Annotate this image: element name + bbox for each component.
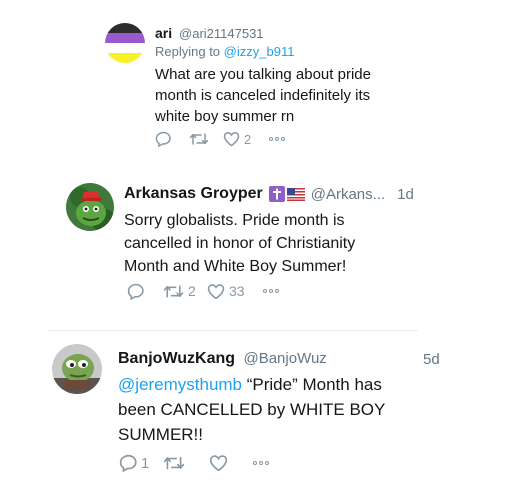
tweet-header: BanjoWuzKang @BanjoWuz xyxy=(118,350,327,368)
reply-icon xyxy=(155,131,171,147)
tweet-actions: 1 xyxy=(119,452,269,474)
reply-tweet-ari[interactable]: ari @ari21147531 Replying to @izzy_b911 … xyxy=(0,0,507,160)
retweet-button[interactable]: 2 xyxy=(163,283,207,300)
replying-to-mention[interactable]: @izzy_b911 xyxy=(224,44,295,59)
tweet-text: What are you talking about pride month i… xyxy=(155,66,371,125)
replying-to-label: Replying to xyxy=(155,44,221,59)
more-options-button[interactable] xyxy=(263,289,279,293)
display-name[interactable]: ari xyxy=(155,25,172,41)
display-name[interactable]: Arkansas Groyper xyxy=(124,185,263,203)
timestamp[interactable]: 1d xyxy=(397,186,414,203)
heart-icon xyxy=(207,283,225,299)
cross-emoji-icon xyxy=(268,186,285,202)
reply-button[interactable] xyxy=(127,283,163,300)
retweet-button[interactable] xyxy=(163,454,209,472)
like-button[interactable]: 33 xyxy=(207,283,263,300)
tweet-header: Arkansas Groyper @Arkans... 1d xyxy=(124,185,414,203)
tweet-text: @jeremysthumb “Pride” Month has been CAN… xyxy=(118,372,408,447)
mention-link[interactable]: @jeremysthumb xyxy=(118,375,242,394)
tweet-banjowuzkang[interactable]: BanjoWuzKang @BanjoWuz 5d @jeremysthumb … xyxy=(0,331,507,496)
dot-icon xyxy=(281,137,285,141)
avatar[interactable] xyxy=(105,23,145,63)
dot-icon xyxy=(269,289,273,293)
user-handle[interactable]: @BanjoWuz xyxy=(243,350,326,367)
tweet-actions: 2 xyxy=(155,129,285,149)
avatar[interactable] xyxy=(52,344,102,394)
frog-avatar-icon xyxy=(52,344,102,394)
reply-button[interactable]: 1 xyxy=(119,454,163,472)
reply-button[interactable] xyxy=(155,131,189,147)
reply-count: 1 xyxy=(141,454,150,472)
dot-icon xyxy=(265,461,269,465)
nonbinary-flag-avatar-icon xyxy=(105,23,145,63)
like-count: 2 xyxy=(244,131,252,147)
tweet-arkansas-groyper[interactable]: Arkansas Groyper @Arkans... 1d Sorry glo… xyxy=(0,165,507,325)
dot-icon xyxy=(275,137,279,141)
reply-icon xyxy=(119,454,137,472)
dot-icon xyxy=(259,461,263,465)
frog-avatar-icon xyxy=(66,183,114,231)
heart-icon xyxy=(223,132,240,147)
like-count: 33 xyxy=(229,283,245,299)
tweet-header: ari @ari21147531 xyxy=(155,25,264,41)
like-button[interactable]: 2 xyxy=(223,131,269,147)
tweet-text: Sorry globalists. Pride month is cancell… xyxy=(124,212,356,275)
display-name[interactable]: BanjoWuzKang xyxy=(118,350,235,367)
retweet-icon xyxy=(189,133,209,145)
user-handle[interactable]: @Arkans... xyxy=(311,186,385,203)
dot-icon xyxy=(253,461,257,465)
tweet-actions: 2 33 xyxy=(127,281,279,301)
retweet-button[interactable] xyxy=(189,131,223,147)
retweet-icon xyxy=(163,456,185,470)
heart-icon xyxy=(209,455,228,472)
user-handle[interactable]: @ari21147531 xyxy=(179,26,264,41)
reply-icon xyxy=(127,283,144,300)
retweet-icon xyxy=(163,284,184,298)
replying-to-line: Replying to @izzy_b911 xyxy=(155,44,294,59)
us-flag-emoji-icon xyxy=(286,187,305,201)
dot-icon xyxy=(263,289,267,293)
more-options-button[interactable] xyxy=(269,137,285,141)
dot-icon xyxy=(269,137,273,141)
avatar[interactable] xyxy=(66,183,114,231)
timestamp[interactable]: 5d xyxy=(423,351,440,368)
more-options-button[interactable] xyxy=(253,461,269,465)
dot-icon xyxy=(275,289,279,293)
like-button[interactable] xyxy=(209,454,253,472)
retweet-count: 2 xyxy=(188,283,196,299)
